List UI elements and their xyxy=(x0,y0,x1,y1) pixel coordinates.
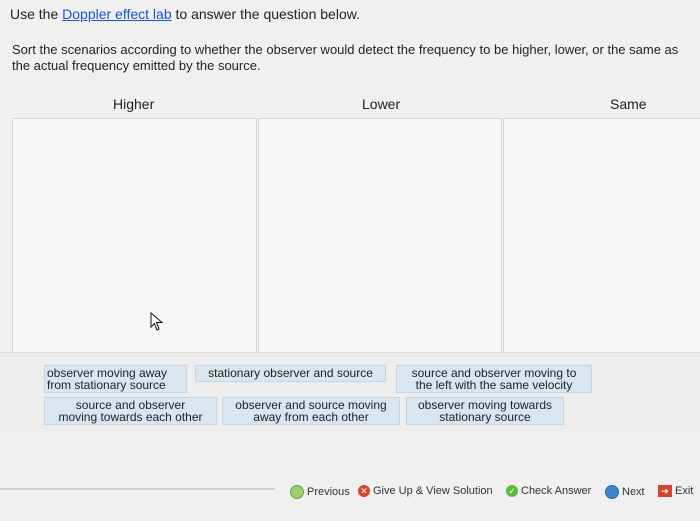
intro-after: to answer the question below. xyxy=(171,6,360,22)
drop-bin-higher[interactable] xyxy=(12,118,257,354)
drop-bin-lower[interactable] xyxy=(258,118,502,354)
chip-line: from stationary source xyxy=(47,378,166,392)
mouse-pointer-icon xyxy=(150,311,164,337)
previous-icon xyxy=(290,485,304,499)
chip-line: stationary observer and source xyxy=(208,366,373,380)
exit-icon: ➔ xyxy=(658,485,672,497)
previous-label: Previous xyxy=(307,486,350,498)
chip-line: stationary source xyxy=(439,410,531,424)
exit-label: Exit xyxy=(675,485,694,497)
chip-line: away from each other xyxy=(253,410,369,424)
column-header-lower: Lower xyxy=(362,96,401,112)
answer-pool: observer moving away from stationary sou… xyxy=(0,352,700,431)
chip-moving-away-each-other[interactable]: observer and source moving away from eac… xyxy=(222,397,400,425)
next-button[interactable]: Next xyxy=(605,485,645,499)
instruction-line: Use the Doppler effect lab to answer the… xyxy=(10,6,360,22)
chip-observer-moving-away[interactable]: observer moving away from stationary sou… xyxy=(44,365,187,393)
chip-moving-towards-each-other[interactable]: source and observer moving towards each … xyxy=(44,397,217,425)
doppler-lab-link[interactable]: Doppler effect lab xyxy=(62,6,171,22)
check-answer-button[interactable]: ✓ Check Answer xyxy=(506,485,591,497)
check-icon: ✓ xyxy=(506,485,518,497)
chip-observer-moving-towards[interactable]: observer moving towards stationary sourc… xyxy=(406,397,564,425)
chip-stationary-observer-source[interactable]: stationary observer and source xyxy=(195,365,386,382)
navigation-bar: Previous ✕ Give Up & View Solution ✓ Che… xyxy=(0,482,700,508)
column-header-higher: Higher xyxy=(113,96,155,112)
next-label: Next xyxy=(622,486,645,498)
nav-divider xyxy=(0,488,275,490)
chip-line: the left with the same velocity xyxy=(415,378,573,392)
give-up-x-icon: ✕ xyxy=(358,485,370,497)
chip-same-velocity-left[interactable]: source and observer moving to the left w… xyxy=(396,365,592,393)
next-icon xyxy=(605,485,619,499)
intro-before: Use the xyxy=(10,6,63,22)
chip-line: moving towards each other xyxy=(58,410,203,424)
drop-bin-same[interactable] xyxy=(503,118,700,354)
column-header-same: Same xyxy=(610,96,647,112)
check-answer-label: Check Answer xyxy=(521,485,592,497)
give-up-label: Give Up & View Solution xyxy=(373,485,493,497)
question-prompt: Sort the scenarios according to whether … xyxy=(12,42,679,73)
give-up-button[interactable]: ✕ Give Up & View Solution xyxy=(358,485,493,497)
exit-button[interactable]: ➔ Exit xyxy=(658,485,693,497)
previous-button[interactable]: Previous xyxy=(290,485,350,499)
